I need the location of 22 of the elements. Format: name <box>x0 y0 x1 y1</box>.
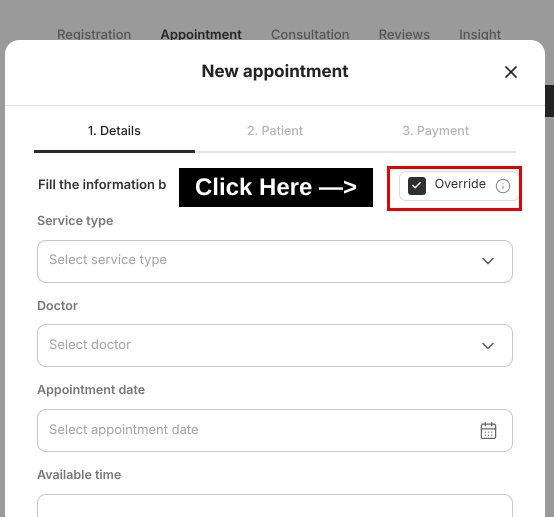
info-icon[interactable] <box>495 178 511 194</box>
override-chip[interactable]: Override <box>398 170 520 201</box>
override-checkbox[interactable] <box>408 176 426 195</box>
annotation-label: Click Here —> <box>179 168 373 207</box>
select-field[interactable]: Select service type <box>37 240 513 282</box>
override-label: Override <box>434 176 486 194</box>
dialog-title: New appointment <box>202 60 348 84</box>
field-label: Appointment date <box>37 382 146 400</box>
intro-text: Fill the information b <box>38 176 166 195</box>
calendar-icon <box>479 421 498 440</box>
field-placeholder: Select appointment date <box>49 420 199 440</box>
step-tab[interactable]: 1. Details <box>34 123 195 153</box>
field-placeholder: Select service type <box>49 251 167 270</box>
field-label: Service type <box>37 212 114 231</box>
field-placeholder: Select doctor <box>49 336 131 355</box>
field-label: Available time <box>37 467 122 485</box>
step-tab[interactable]: 2. Patient <box>194 123 356 153</box>
date-field[interactable]: Select appointment date <box>37 409 513 452</box>
check-icon <box>411 180 422 192</box>
field-label: Doctor <box>37 298 79 316</box>
step-tab[interactable]: 3. Payment <box>355 123 516 153</box>
select-field[interactable]: Select doctor <box>37 324 513 368</box>
